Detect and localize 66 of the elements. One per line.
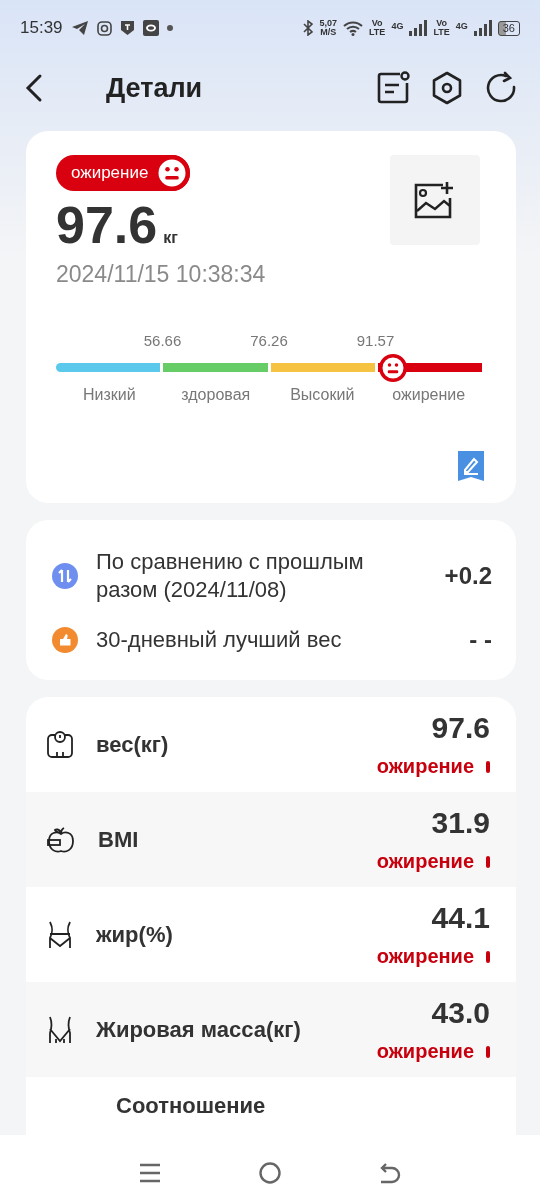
edit-icon[interactable] [458,451,484,481]
status-indicator [486,1045,490,1058]
thumbs-up-icon [52,627,78,653]
metric-status: ожирение [376,755,474,778]
metric-name: BMI [98,826,140,853]
status-indicator [486,855,490,868]
metric-name: Соотношение [116,1093,267,1119]
threshold-value: 76.26 [250,332,288,349]
comparison-value: - - [469,626,492,654]
shield-icon [119,20,135,36]
battery-level: 36 [497,20,520,36]
dot-icon [166,25,173,31]
lte-label: LTE [369,28,386,37]
arrows-icon [52,563,78,589]
lte-label: LTE [433,28,450,37]
threshold-value: 56.66 [143,332,182,349]
camera-icon [96,20,112,36]
scale-label: ожирение [391,386,467,404]
volte-label: Vo [436,19,447,28]
metric-name: вес(кг) [96,731,170,758]
signal-icon [473,20,492,36]
status-indicator [486,950,490,963]
waist-icon [46,919,74,950]
menu-button[interactable] [139,1163,161,1183]
scale-label: Низкий [81,386,137,404]
signal-icon [409,20,428,36]
weight-value: 97.6 [56,195,158,255]
speed-unit: M/S [320,28,337,37]
scale-label: здоровая [180,386,252,404]
threshold-value: 91.57 [356,332,395,349]
share-button[interactable] [484,71,518,105]
measurement-time: 2024/11/15 10:38:34 [56,261,267,288]
scale-label: Высокий [289,386,356,404]
network-label: 4G [455,21,468,31]
paper-plane-icon [70,20,89,36]
comparison-value: +0.2 [444,562,492,590]
clock: 15:39 [20,18,63,38]
metric-name: жир(%) [96,921,174,948]
metric-value: 43.0 [431,996,490,1030]
back-nav-button[interactable] [379,1162,401,1184]
comparison-label: По сравнению с прошлым разом (2024/11/08) [96,548,365,604]
report-button[interactable] [376,71,410,105]
metric-status: ожирение [376,850,474,873]
metric-name: Жировая масса(кг) [96,1016,302,1043]
network-label: 4G [391,21,404,31]
status-badge: ожирение [56,155,191,191]
home-button[interactable] [259,1162,281,1184]
metric-value: 44.1 [431,901,490,935]
bluetooth-icon [301,20,314,36]
status-indicator [486,760,490,773]
comparison-label: 30-дневный лучший вес [96,626,343,654]
settings-button[interactable] [430,71,464,105]
weight-unit: кг [163,229,178,247]
metric-value: 31.9 [431,806,490,840]
page-title: Детали [106,72,203,104]
wifi-icon [343,20,364,36]
app-icon [142,20,159,36]
metric-status: ожирение [376,1040,474,1063]
add-image-button[interactable] [390,155,480,245]
speed-value: 5,07 [319,19,338,28]
metric-value: 97.6 [431,711,490,745]
metric-status: ожирение [376,945,474,968]
hips-icon [46,1014,74,1045]
scale-icon [46,730,74,759]
apple-icon [46,824,76,855]
volte-label: Vo [371,19,383,28]
